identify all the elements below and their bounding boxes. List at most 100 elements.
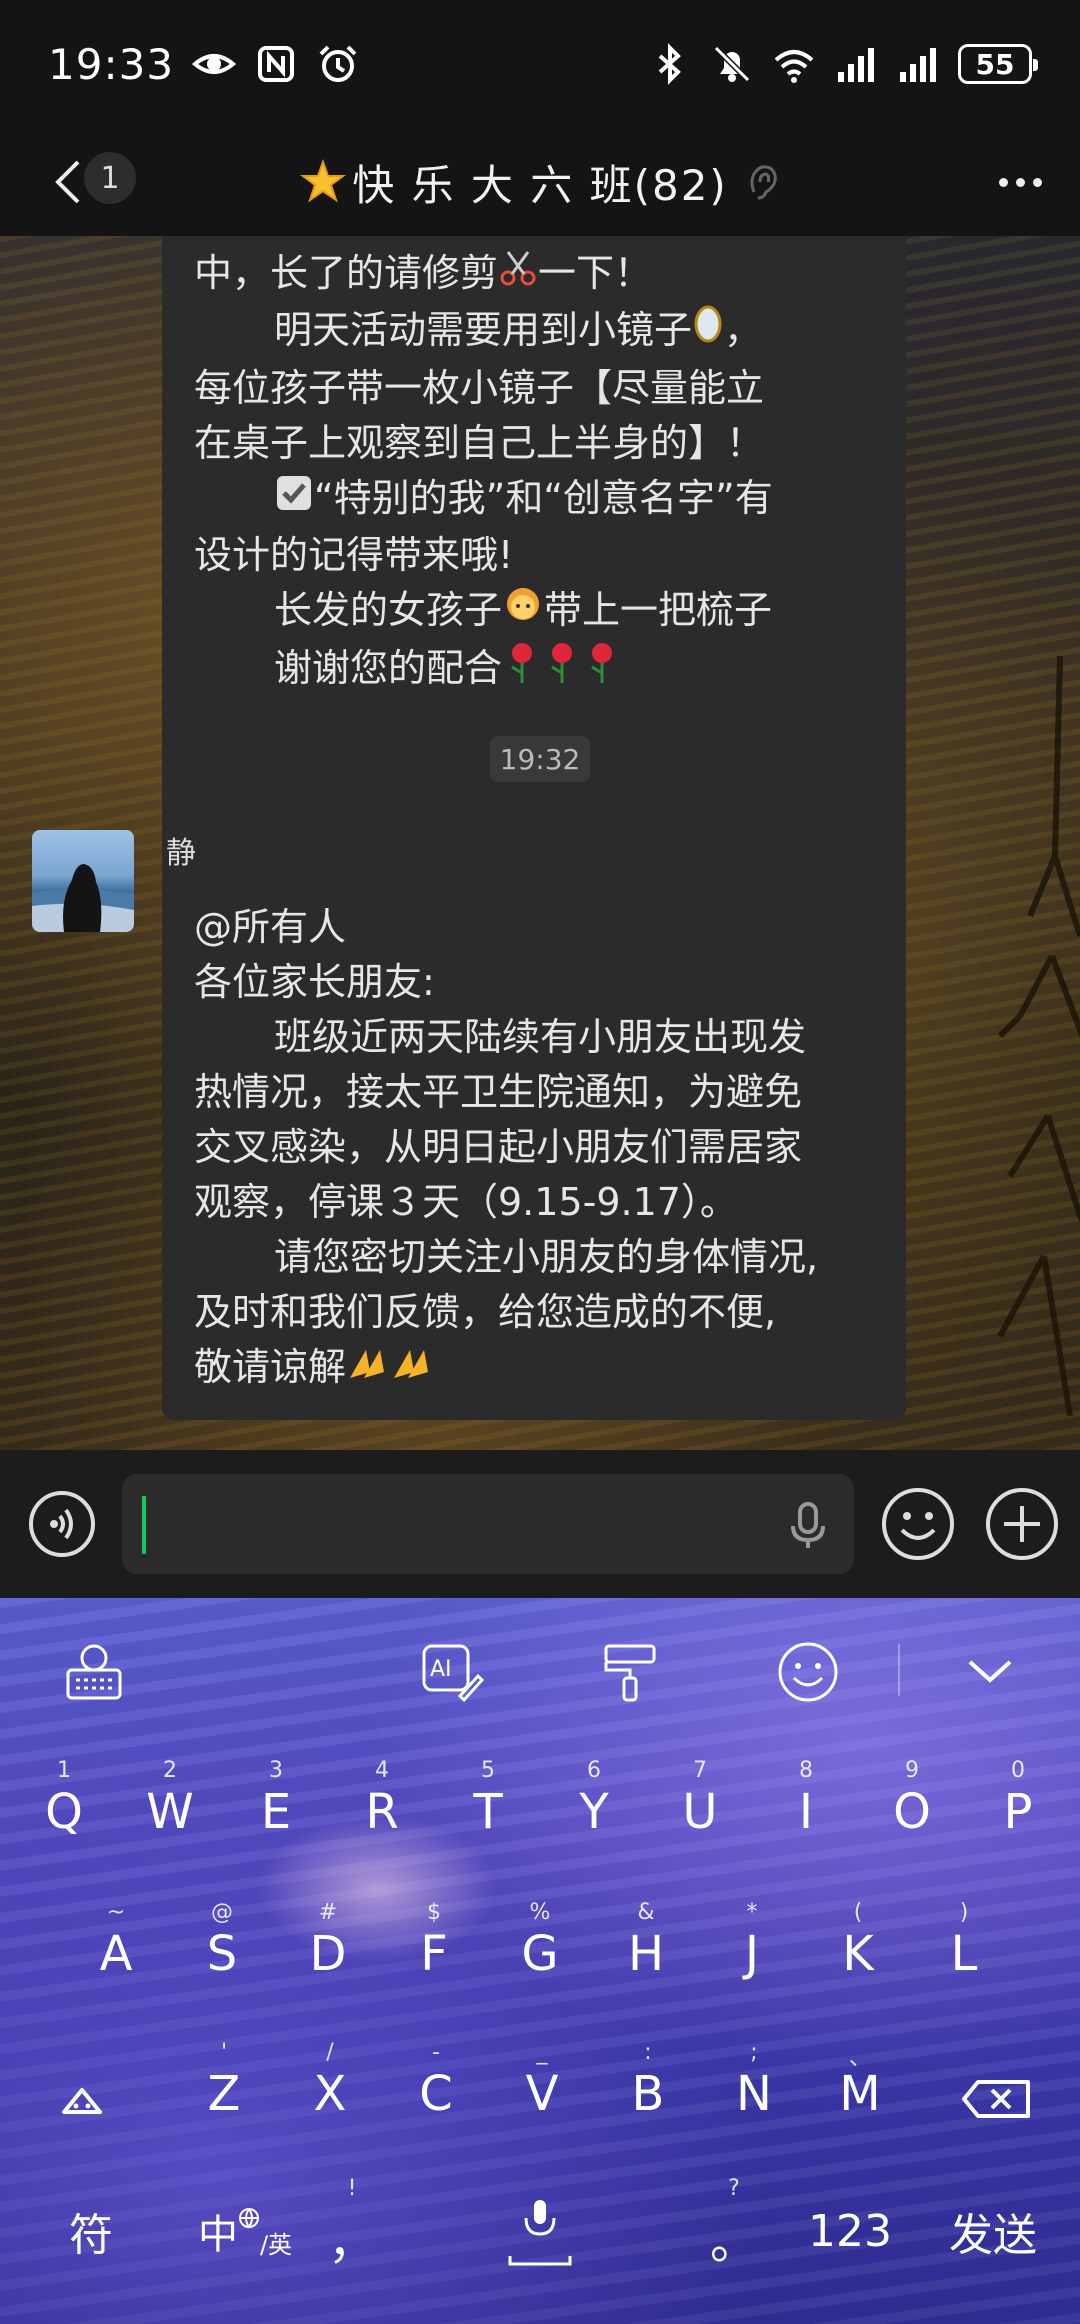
emoji-button-icon[interactable] — [880, 1486, 956, 1562]
message-line: 观察，停课３天（9.15-9.17）。 — [194, 1180, 738, 1224]
status-right: 55 — [648, 42, 1038, 86]
key-y[interactable]: 6Y — [542, 1758, 646, 1868]
signal-icon-2 — [896, 42, 940, 86]
rose-icon — [502, 641, 542, 700]
key-j[interactable]: * J — [700, 1900, 804, 2010]
folded-hands-icon — [390, 1342, 434, 1397]
send-key[interactable]: 发送 — [928, 2186, 1058, 2276]
wifi-icon — [772, 42, 816, 86]
key-q[interactable]: 1Q — [12, 1758, 116, 1868]
number-key[interactable]: 123 — [790, 2186, 910, 2276]
key-i[interactable]: 8I — [754, 1758, 858, 1868]
key-h[interactable]: & H — [594, 1900, 698, 2010]
status-bar: 19:33 55 — [0, 0, 1080, 128]
key-f[interactable]: $ F — [382, 1900, 486, 2010]
bluetooth-icon — [648, 42, 692, 86]
theme-brush-icon[interactable] — [598, 1640, 662, 1704]
key-n[interactable]: ; N — [702, 2040, 806, 2150]
comma-key[interactable]: !， — [300, 2176, 404, 2286]
rose-icon — [542, 641, 582, 700]
svg-text:AI: AI — [430, 1657, 452, 1682]
key-u[interactable]: 7U — [648, 1758, 752, 1868]
period-key[interactable]: ?。 — [682, 2176, 786, 2286]
status-time: 19:33 — [48, 39, 175, 89]
key-r[interactable]: 4R — [330, 1758, 434, 1868]
message-line: 长发的女孩子 带上一把梳子 — [194, 583, 874, 641]
message-line: 明天活动需要用到小镜子， — [194, 303, 874, 361]
message-line: 各位家长朋友: — [194, 960, 435, 1004]
key-b[interactable]: :B — [596, 2040, 700, 2150]
message-line: 班级近两天陆续有小朋友出现发 — [274, 1015, 807, 1059]
key-p[interactable]: 0P — [966, 1758, 1070, 1868]
plus-button-icon[interactable] — [984, 1486, 1060, 1562]
key-l[interactable]: ) L — [912, 1900, 1016, 2010]
message-line: 及时和我们反馈，给您造成的不便, — [194, 1290, 777, 1334]
message-line: 谢谢您的配合 — [194, 641, 874, 700]
more-dot-icon — [1015, 177, 1025, 187]
microphone-icon[interactable] — [788, 1500, 828, 1552]
keyboard-settings-icon[interactable] — [62, 1640, 126, 1704]
chat-title[interactable]: 快 乐 大 六 班(82) — [352, 152, 728, 213]
scissors-icon — [498, 248, 538, 303]
voice-mode-icon[interactable] — [28, 1490, 96, 1558]
key-g[interactable]: % G — [488, 1900, 592, 2010]
key-x[interactable]: / X — [278, 2040, 382, 2150]
key-c[interactable]: -C — [384, 2040, 488, 2150]
message-bubble[interactable]: @所有人 各位家长朋友: 班级近两天陆续有小朋友出现发 热情况，接太平卫生院通知… — [162, 876, 906, 1420]
key-k[interactable]: (K — [806, 1900, 910, 2010]
symbol-key[interactable]: 符 — [36, 2186, 146, 2276]
mute-bell-icon — [710, 42, 754, 86]
status-left: 19:33 — [48, 40, 360, 89]
key-s[interactable]: @ S — [170, 1900, 274, 2010]
alarm-icon — [316, 42, 360, 86]
sender-name: 静 — [166, 836, 196, 871]
toolbar-divider — [898, 1644, 900, 1696]
language-switch-key[interactable]: 中 /英 — [180, 2186, 310, 2276]
eye-icon — [192, 42, 237, 86]
nfc-icon — [254, 42, 298, 86]
background-tree-silhouette — [997, 656, 1080, 1417]
backspace-key-icon[interactable] — [946, 2040, 1050, 2150]
collapse-keyboard-icon[interactable] — [958, 1640, 1022, 1704]
key-v[interactable]: _ V — [490, 2040, 594, 2150]
key-e[interactable]: 3E — [224, 1758, 328, 1868]
key-z[interactable]: ' Z — [172, 2040, 276, 2150]
key-d[interactable]: # D — [276, 1900, 380, 2010]
unread-badge[interactable]: 1 — [84, 152, 136, 204]
more-options-button[interactable] — [990, 156, 1050, 208]
avatar-image — [32, 864, 134, 932]
message-input[interactable] — [122, 1474, 854, 1574]
chevron-left-icon — [55, 160, 80, 204]
message-line: 在桌子上观察到自己上半身的】！ — [194, 421, 765, 465]
key-a[interactable]: ~ A — [64, 1900, 168, 2010]
key-t[interactable]: 5T — [436, 1758, 540, 1868]
folded-hands-icon — [346, 1342, 390, 1397]
key-m[interactable]: 、 M — [808, 2040, 912, 2150]
chat-header: 1 快 乐 大 六 班(82) — [0, 128, 1080, 236]
rose-icon — [582, 641, 622, 700]
space-key-mic-icon[interactable] — [488, 2176, 592, 2286]
girl-icon — [502, 584, 544, 641]
emoji-panel-icon[interactable] — [776, 1640, 840, 1704]
message-line: 热情况，接太平卫生院通知，为避免 — [194, 1070, 803, 1114]
keyboard: AI 1Q 2W 3E 4R 5T 6Y 7U 8I 9O 0P ~ A @ S #… — [0, 1598, 1080, 2324]
message-line: @所有人 — [194, 905, 347, 949]
message-line: 设计的记得带来哦! — [194, 533, 514, 577]
message-line: 请您密切关注小朋友的身体情况, — [274, 1235, 819, 1279]
key-w[interactable]: 2W — [118, 1758, 222, 1868]
time-separator: 19:32 — [490, 736, 590, 782]
key-o[interactable]: 9O — [860, 1758, 964, 1868]
text-caret — [142, 1496, 146, 1554]
avatar[interactable] — [32, 830, 134, 932]
message-line: 每位孩子带一枚小镜子【尽量能立 — [194, 366, 765, 410]
chat-title-wrap: 快 乐 大 六 班(82) — [0, 128, 1080, 236]
message-bubble[interactable]: 中，长了的请修剪 一下！ 明天活动需要用到小镜子， 每位孩子带一枚小镜子【尽量能立… — [162, 236, 906, 920]
ai-writing-icon[interactable]: AI — [420, 1640, 484, 1704]
chat-message-list[interactable]: 中，长了的请修剪 一下！ 明天活动需要用到小镜子， 每位孩子带一枚小镜子【尽量能立… — [0, 236, 1080, 1450]
mirror-icon — [692, 304, 724, 361]
star-icon — [300, 159, 347, 203]
shift-key-icon[interactable] — [30, 2040, 134, 2150]
message-line: 敬请谅解 — [194, 1340, 874, 1397]
more-dot-icon — [998, 177, 1008, 187]
signal-icon-1 — [834, 42, 878, 86]
